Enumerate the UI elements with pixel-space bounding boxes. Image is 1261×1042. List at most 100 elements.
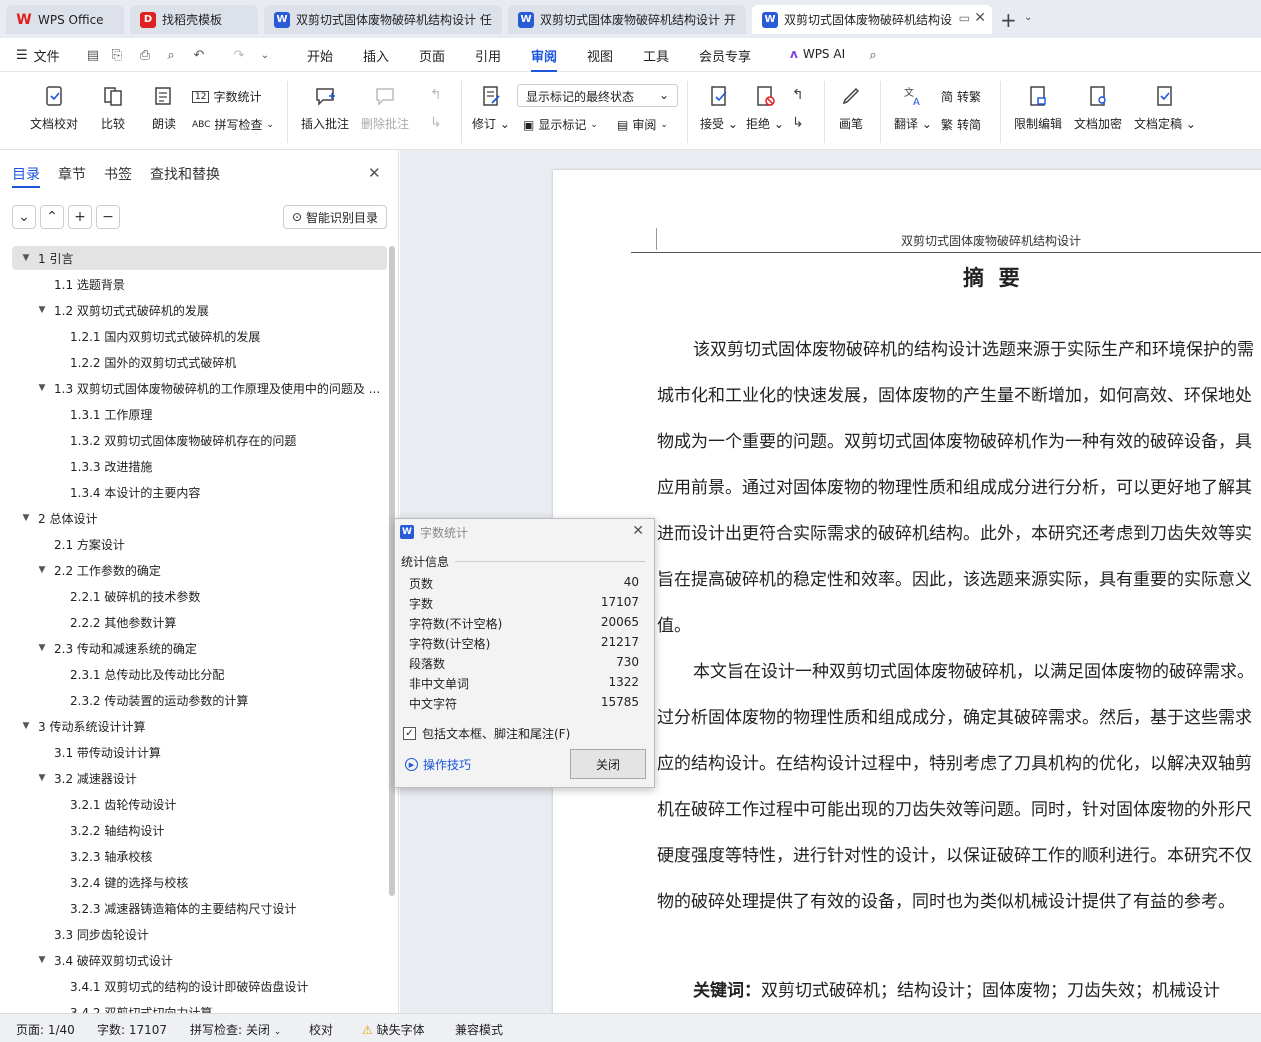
new-tab-icon[interactable]: + (1000, 8, 1017, 32)
wps-ai-button[interactable]: ʌ WPS AI (790, 47, 845, 61)
status-proof[interactable]: 校对 (309, 1021, 333, 1038)
toc-item[interactable]: 2.2.2 其他参数计算 (12, 610, 387, 634)
toc-item[interactable]: 1.3.3 改进措施 (12, 454, 387, 478)
tab-doc-active[interactable]: W 双剪切式固体废物破碎机结构设 ▭ ✕ (752, 5, 992, 34)
next-comment-icon[interactable]: ↳ (430, 115, 442, 131)
dialog-titlebar[interactable]: W 字数统计 ✕ (395, 519, 654, 545)
caret-down-icon[interactable]: ▼ (36, 643, 48, 653)
tips-link[interactable]: ▶ 操作技巧 (405, 756, 471, 773)
undo-icon[interactable]: ↶ (190, 46, 208, 64)
menu-page[interactable]: 页面 (419, 46, 445, 65)
toc-item[interactable]: 3.3 同步齿轮设计 (12, 922, 387, 946)
pen-button[interactable]: 画笔 (838, 83, 864, 132)
save-icon[interactable]: ▤ (84, 46, 102, 64)
toc-item[interactable]: 1.2.1 国内双剪切式式破碎机的发展 (12, 324, 387, 348)
review-pane-button[interactable]: ▤ 审阅 ⌄ (617, 116, 668, 133)
document-page[interactable]: 双剪切式固体废物破碎机结构设计 摘 要 该双剪切式固体废物破碎机的结构设计选题来… (553, 170, 1261, 1013)
status-compat-mode[interactable]: 兼容模式 (455, 1021, 503, 1038)
menu-references[interactable]: 引用 (475, 46, 501, 65)
finalize-button[interactable]: 文档定稿 ⌄ (1134, 83, 1196, 132)
file-menu[interactable]: ☰ 文件 (16, 46, 60, 65)
spell-check-button[interactable]: ABC 拼写检查 ⌄ (192, 116, 274, 133)
toc-item[interactable]: 1.3.2 双剪切式固体废物破碎机存在的问题 (12, 428, 387, 452)
caret-down-icon[interactable]: ▼ (20, 513, 32, 523)
toc-item[interactable]: ▼ 2.3 传动和减速系统的确定 (12, 636, 387, 660)
dialog-close-button[interactable]: 关闭 (570, 749, 646, 779)
collapse-down-button[interactable]: ⌄ (12, 205, 36, 229)
panel-tab-chapters[interactable]: 章节 (58, 164, 86, 184)
redo-icon[interactable]: ↷ (230, 46, 248, 64)
caret-down-icon[interactable]: ▼ (36, 565, 48, 575)
toc-item[interactable]: 1.2.2 国外的双剪切式式破碎机 (12, 350, 387, 374)
insert-comment-button[interactable]: 插入批注 (301, 83, 349, 132)
compare-button[interactable]: 比较 (100, 83, 126, 132)
revise-button[interactable]: 修订 ⌄ (472, 83, 510, 132)
include-textbox-checkbox[interactable]: ✓ 包括文本框、脚注和尾注(F) (403, 725, 570, 742)
read-aloud-button[interactable]: 朗读 (151, 83, 177, 132)
menu-review[interactable]: 审阅 (531, 46, 558, 72)
chevron-down-icon[interactable]: ⌄ (1024, 12, 1032, 23)
toc-item[interactable]: 2.3.1 总传动比及传动比分配 (12, 662, 387, 686)
caret-down-icon[interactable]: ▼ (20, 253, 32, 263)
panel-tab-find-replace[interactable]: 查找和替换 (150, 164, 220, 184)
delete-comment-button[interactable]: 删除批注 (361, 83, 409, 132)
menu-insert[interactable]: 插入 (363, 46, 389, 65)
status-page[interactable]: 页面: 1/40 (16, 1021, 75, 1038)
restrict-edit-button[interactable]: 限制编辑 (1014, 83, 1062, 132)
reject-button[interactable]: 拒绝 ⌄ (746, 83, 784, 132)
menu-view[interactable]: 视图 (587, 46, 613, 65)
tab-wps-office[interactable]: W WPS Office (6, 5, 124, 34)
status-spell-check[interactable]: 拼写检查: 关闭 ⌄ (190, 1021, 281, 1038)
toc-item[interactable]: ▼ 2.2 工作参数的确定 (12, 558, 387, 582)
menu-home[interactable]: 开始 (307, 46, 333, 65)
close-icon[interactable]: ✕ (974, 10, 986, 26)
to-traditional-button[interactable]: 简 转繁 (941, 88, 981, 105)
tab-doc-task[interactable]: W 双剪切式固体废物破碎机结构设计 任务 (264, 5, 502, 34)
toc-item[interactable]: 3.2.4 键的选择与校核 (12, 870, 387, 894)
print-preview-icon[interactable]: ⌕ (162, 46, 180, 64)
toc-item[interactable]: 3.4.1 双剪切式的结构的设计即破碎齿盘设计 (12, 974, 387, 998)
toc-item[interactable]: ▼ 1.3 双剪切式固体废物破碎机的工作原理及使用中的问题及 ... (12, 376, 387, 400)
remove-heading-button[interactable]: − (96, 205, 120, 229)
toc-item[interactable]: 1.3.4 本设计的主要内容 (12, 480, 387, 504)
next-revision-icon[interactable]: ↳ (792, 115, 804, 131)
collapse-up-button[interactable]: ⌃ (40, 205, 64, 229)
toc-item[interactable]: 2.2.1 破碎机的技术参数 (12, 584, 387, 608)
word-count-button[interactable]: 12 字数统计 (192, 88, 261, 105)
toc-item[interactable]: 1.3.1 工作原理 (12, 402, 387, 426)
accept-button[interactable]: 接受 ⌄ (700, 83, 738, 132)
status-missing-font[interactable]: ⚠ 缺失字体 (362, 1021, 425, 1038)
toc-item[interactable]: 3.2.2 轴结构设计 (12, 818, 387, 842)
doc-check-button[interactable]: 文档校对 (30, 83, 78, 132)
tab-docer[interactable]: D 找稻壳模板 (130, 5, 258, 34)
toc-item[interactable]: 3.1 带传动设计计算 (12, 740, 387, 764)
prev-revision-icon[interactable]: ↰ (792, 87, 804, 103)
export-icon[interactable]: ⎘ (108, 46, 126, 64)
dialog-close-icon[interactable]: ✕ (632, 523, 644, 539)
add-heading-button[interactable]: + (68, 205, 92, 229)
toc-item[interactable]: ▼ 1 引言 (12, 246, 387, 270)
show-markup-button[interactable]: ▣ 显示标记 ⌄ (523, 116, 598, 133)
close-panel-icon[interactable]: ✕ (368, 164, 381, 182)
menu-tools[interactable]: 工具 (643, 46, 669, 65)
status-word-count[interactable]: 字数: 17107 (97, 1021, 167, 1038)
toc-item[interactable]: ▼ 3 传动系统设计计算 (12, 714, 387, 738)
search-icon[interactable]: ⌕ (864, 46, 882, 64)
monitor-icon[interactable]: ▭ (959, 11, 970, 25)
toc-item[interactable]: ▼ 3.4 破碎双剪切式设计 (12, 948, 387, 972)
toc-item[interactable]: 2.1 方案设计 (12, 532, 387, 556)
to-simplified-button[interactable]: 繁 转简 (941, 116, 981, 133)
tab-doc-proposal[interactable]: W 双剪切式固体废物破碎机结构设计 开题 (508, 5, 746, 34)
toc-item[interactable]: ▼ 1.2 双剪切式式破碎机的发展 (12, 298, 387, 322)
customize-dropdown-icon[interactable]: ⌄ (256, 46, 274, 64)
toc-item[interactable]: ▼ 2 总体设计 (12, 506, 387, 530)
print-icon[interactable]: ⎙ (136, 46, 154, 64)
toc-item[interactable]: 3.2.3 减速器铸造箱体的主要结构尺寸设计 (12, 896, 387, 920)
smart-toc-button[interactable]: ⊙ 智能识别目录 (283, 205, 387, 229)
toc-item[interactable]: 2.3.2 传动装置的运动参数的计算 (12, 688, 387, 712)
caret-down-icon[interactable]: ▼ (36, 773, 48, 783)
caret-down-icon[interactable]: ▼ (36, 955, 48, 965)
prev-comment-icon[interactable]: ↰ (430, 87, 442, 103)
markup-state-select[interactable]: 显示标记的最终状态 ⌄ (517, 84, 678, 107)
toc-item[interactable]: 3.2.1 齿轮传动设计 (12, 792, 387, 816)
